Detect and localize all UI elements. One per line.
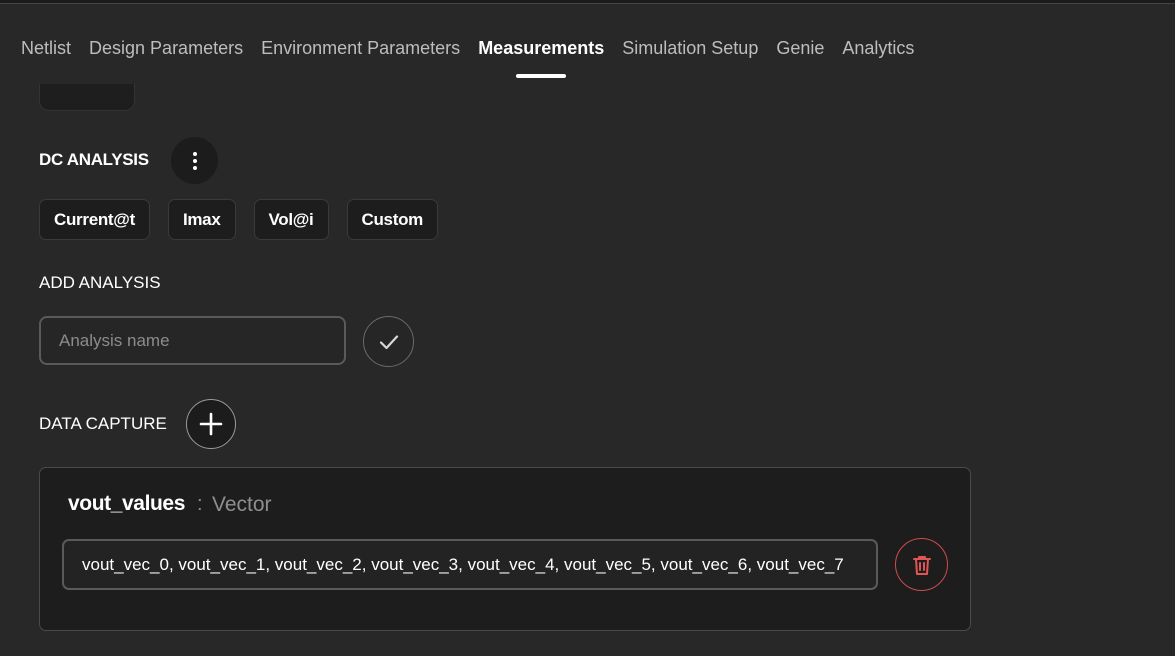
chip-current-at-t[interactable]: Current@t xyxy=(39,199,150,240)
tab-bar: Netlist Design Parameters Environment Pa… xyxy=(21,36,914,78)
tab-design-parameters[interactable]: Design Parameters xyxy=(89,36,243,62)
tab-environment-parameters[interactable]: Environment Parameters xyxy=(261,36,460,62)
trash-icon xyxy=(912,555,931,575)
dc-analysis-chips: Current@t Imax Vol@i Custom xyxy=(39,199,438,240)
dc-analysis-more-button[interactable] xyxy=(171,137,218,184)
capture-values-input[interactable] xyxy=(62,539,878,590)
tab-analytics[interactable]: Analytics xyxy=(842,36,914,62)
chip-imax[interactable]: Imax xyxy=(167,199,236,240)
confirm-analysis-button[interactable] xyxy=(363,316,414,367)
analysis-name-input[interactable] xyxy=(39,316,346,365)
capture-name: vout_values xyxy=(68,492,185,515)
chip-custom[interactable]: Custom xyxy=(346,199,438,240)
tab-netlist[interactable]: Netlist xyxy=(21,36,71,62)
more-vertical-icon xyxy=(192,151,197,170)
window-top-highlight xyxy=(0,3,1175,4)
dc-analysis-title: DC ANALYSIS xyxy=(39,150,149,169)
add-data-capture-button[interactable] xyxy=(186,399,236,449)
plus-icon xyxy=(199,412,223,436)
capture-type: Vector xyxy=(212,493,272,516)
data-capture-card: vout_values : Vector xyxy=(39,467,971,631)
check-icon xyxy=(379,334,398,349)
delete-capture-button[interactable] xyxy=(895,538,948,591)
capture-separator: : xyxy=(197,493,203,515)
data-capture-title: DATA CAPTURE xyxy=(39,414,167,433)
tab-simulation-setup[interactable]: Simulation Setup xyxy=(622,36,758,62)
active-tab-indicator xyxy=(516,74,567,78)
add-analysis-title: ADD ANALYSIS xyxy=(39,273,161,292)
tab-measurements[interactable]: Measurements xyxy=(478,36,604,78)
scrolled-chip[interactable] xyxy=(39,84,135,111)
tab-genie[interactable]: Genie xyxy=(776,36,824,62)
chip-vol-at-i[interactable]: Vol@i xyxy=(253,199,329,240)
